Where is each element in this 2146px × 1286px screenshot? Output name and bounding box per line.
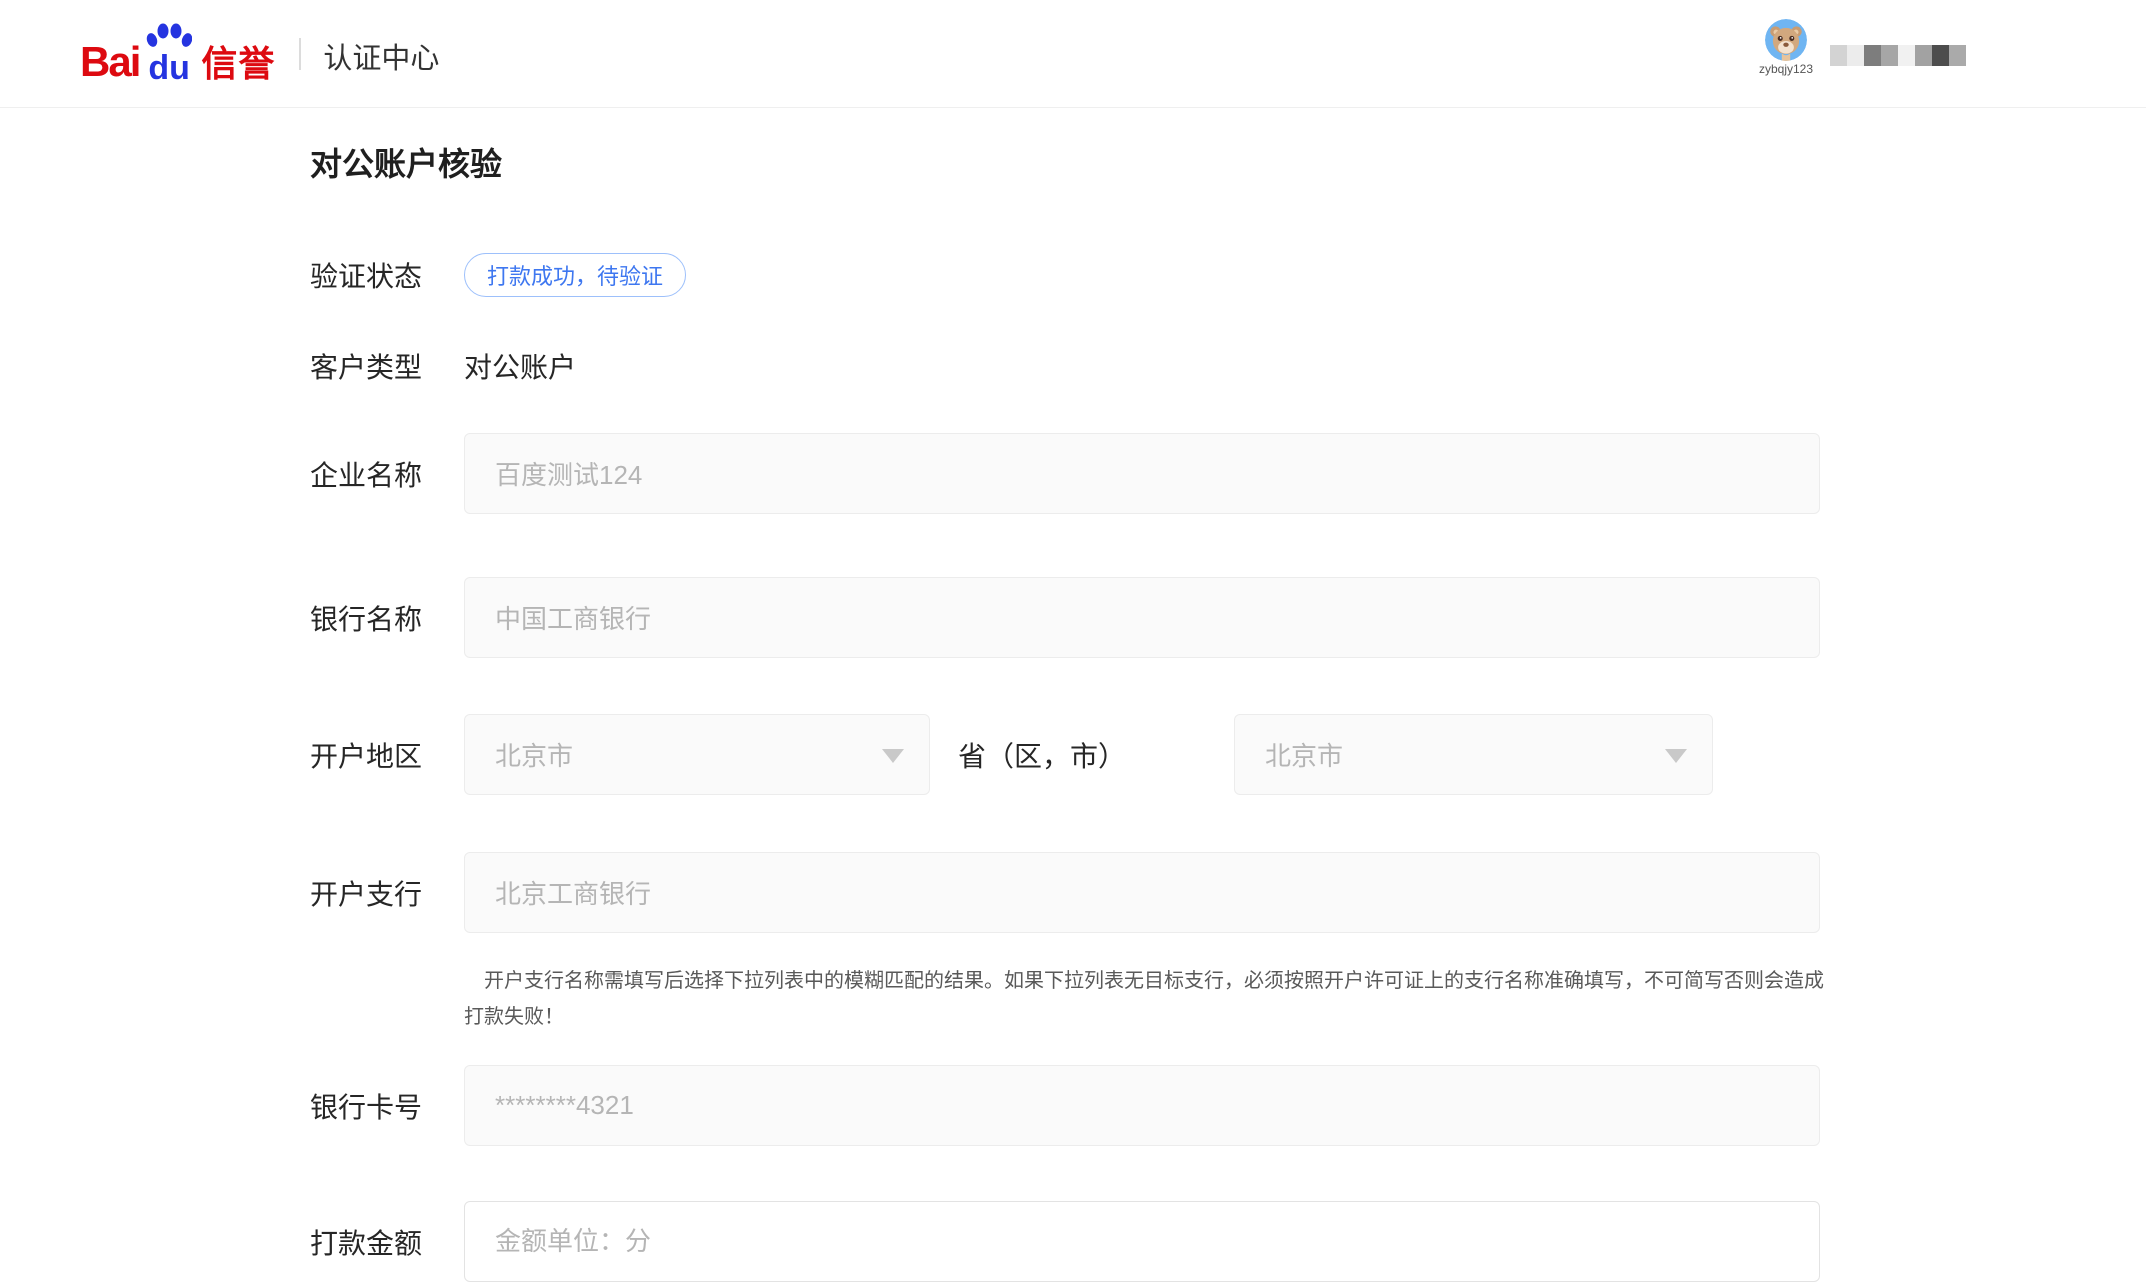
branch-row: 开户支行	[310, 852, 2146, 933]
logo-du-text: du	[148, 51, 190, 85]
chevron-down-icon	[1665, 749, 1687, 763]
bank-name-label: 银行名称	[310, 598, 464, 638]
amount-label: 打款金额	[310, 1222, 464, 1262]
logo-du-unit: du	[141, 23, 197, 85]
logo-bai-text: Bai	[80, 41, 139, 85]
customer-type-label: 客户类型	[310, 346, 464, 386]
company-name-label: 企业名称	[310, 454, 464, 494]
card-number-input[interactable]	[464, 1065, 1820, 1146]
branch-note: 开户支行名称需填写后选择下拉列表中的模糊匹配的结果。如果下拉列表无目标支行，必须…	[464, 963, 1828, 1035]
city-select-value: 北京市	[1265, 736, 1343, 773]
customer-type-value: 对公账户	[464, 346, 576, 386]
chevron-down-icon	[882, 749, 904, 763]
company-name-input[interactable]	[464, 433, 1820, 514]
customer-type-row: 客户类型 对公账户	[310, 350, 2146, 381]
region-hint: 省（区，市）	[958, 735, 1126, 775]
status-badge: 打款成功，待验证	[464, 253, 686, 297]
top-header: Bai du 信誉 认证中心	[0, 0, 2146, 108]
city-select[interactable]: 北京市	[1234, 714, 1713, 795]
region-row: 开户地区 北京市 省（区，市） 北京市	[310, 714, 2146, 795]
card-number-label: 银行卡号	[310, 1086, 464, 1126]
username[interactable]: zybqjy123	[1745, 62, 1827, 76]
bear-avatar-icon	[1765, 19, 1807, 61]
bank-name-row: 银行名称	[310, 577, 2146, 658]
logo-xinyu-text: 信誉	[201, 46, 275, 85]
header-divider	[299, 38, 301, 70]
status-row: 验证状态 打款成功，待验证	[310, 254, 2146, 296]
branch-label: 开户支行	[310, 873, 464, 913]
note-spacer	[310, 963, 464, 1035]
baidu-logo[interactable]: Bai du 信誉	[80, 23, 275, 85]
paw-icon	[146, 23, 192, 49]
province-select-value: 北京市	[495, 736, 573, 773]
company-name-row: 企业名称	[310, 433, 2146, 514]
user-avatar[interactable]	[1765, 19, 1807, 61]
header-user-area: zybqjy123	[1726, 0, 2146, 107]
region-label: 开户地区	[310, 735, 464, 775]
amount-input[interactable]	[464, 1201, 1820, 1282]
verification-status-label: 验证状态	[310, 255, 464, 295]
bank-name-input[interactable]	[464, 577, 1820, 658]
card-number-row: 银行卡号	[310, 1065, 2146, 1146]
amount-row: 打款金额	[310, 1201, 2146, 1282]
page-title: 对公账户核验	[310, 144, 2146, 184]
branch-note-row: 开户支行名称需填写后选择下拉列表中的模糊匹配的结果。如果下拉列表无目标支行，必须…	[310, 963, 2146, 1035]
header-title: 认证中心	[323, 31, 439, 77]
branch-input[interactable]	[464, 852, 1820, 933]
redacted-text	[1830, 45, 1966, 66]
province-select[interactable]: 北京市	[464, 714, 930, 795]
verification-form: 对公账户核验 验证状态 打款成功，待验证 客户类型 对公账户 企业名称 银行名称…	[310, 108, 2146, 1282]
